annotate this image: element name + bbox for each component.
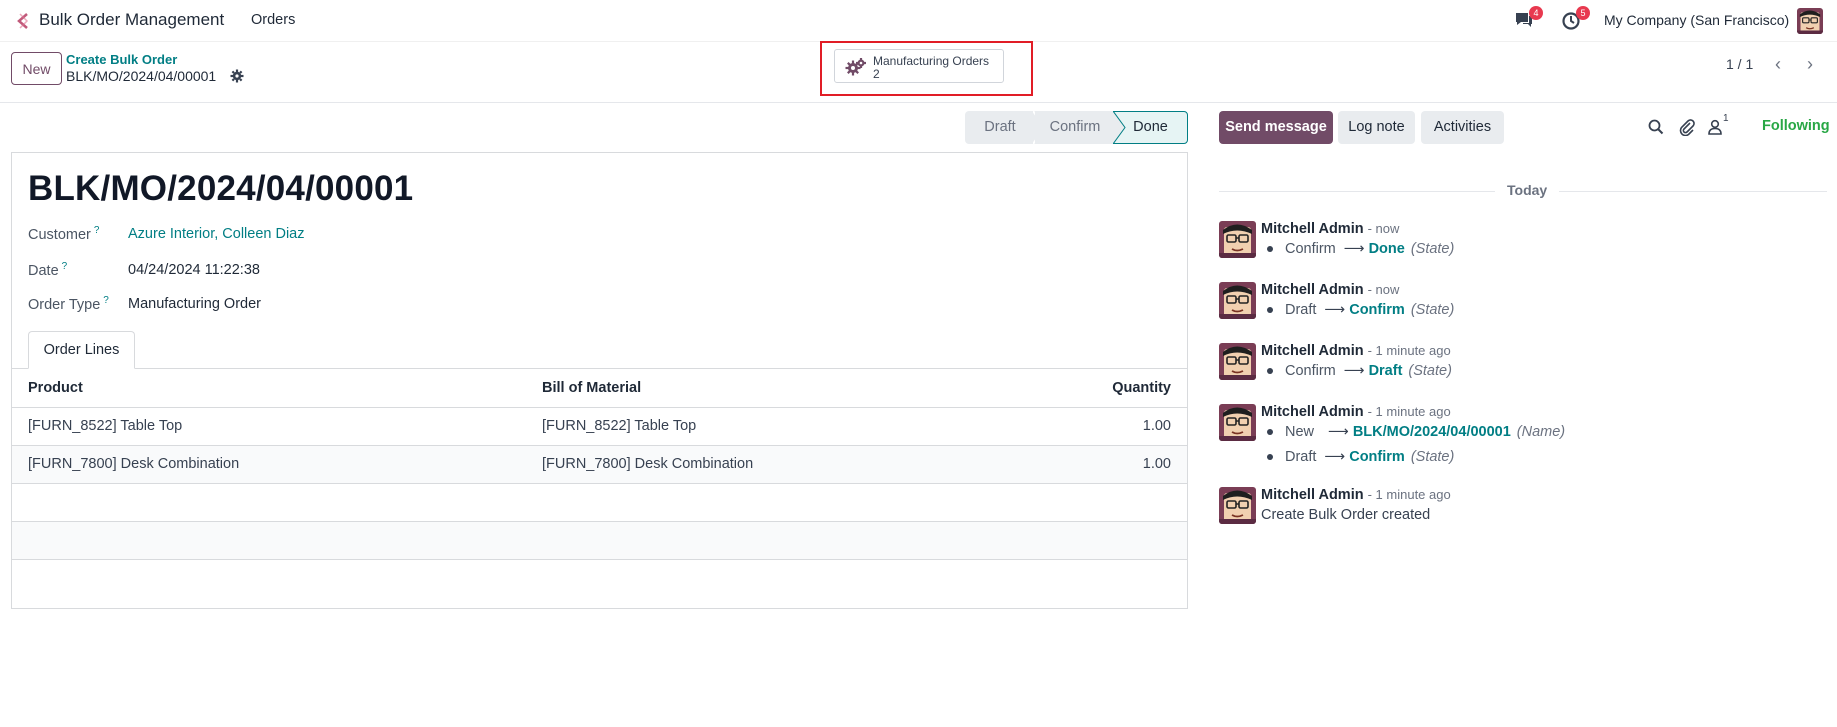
manufacturing-orders-smart-button[interactable]: Manufacturing Orders 2	[834, 49, 1004, 83]
chatter-message: Mitchell Admin - now Draft ⟶ Confirm (State…	[1219, 282, 1827, 322]
column-header-quantity[interactable]: Quantity	[1018, 369, 1187, 408]
user-icon[interactable]	[1706, 118, 1724, 136]
gear-icon[interactable]	[230, 69, 244, 83]
top-navbar: Bulk Order Management Orders 4 5 My Comp…	[0, 0, 1837, 42]
menu-orders[interactable]: Orders	[251, 12, 295, 28]
chatter-message: Mitchell Admin - now Confirm ⟶ Done (State)	[1219, 221, 1827, 261]
tracking-change: Confirm ⟶ Done (State)	[1267, 241, 1454, 257]
customer-label: Customer?	[28, 225, 100, 243]
followers-count: 1	[1723, 113, 1729, 124]
author-avatar[interactable]	[1219, 343, 1256, 380]
cell-product[interactable]: [FURN_7800] Desk Combination	[12, 445, 542, 484]
cell-quantity[interactable]: 1.00	[1018, 445, 1187, 484]
message-time: - 1 minute ago	[1367, 404, 1451, 419]
column-header-bom[interactable]: Bill of Material	[542, 369, 1019, 408]
chatter-message: Mitchell Admin - 1 minute ago Create Bul…	[1219, 487, 1827, 527]
tracking-change: Confirm ⟶ Draft (State)	[1267, 363, 1452, 379]
cell-bom[interactable]: [FURN_7800] Desk Combination	[542, 445, 1019, 484]
message-author[interactable]: Mitchell Admin - 1 minute ago	[1261, 404, 1451, 420]
author-avatar[interactable]	[1219, 404, 1256, 441]
message-author[interactable]: Mitchell Admin - now	[1261, 282, 1399, 298]
activities-badge: 5	[1576, 6, 1590, 20]
author-avatar[interactable]	[1219, 282, 1256, 319]
cell-quantity[interactable]: 1.00	[1018, 407, 1187, 446]
table-row[interactable]: [FURN_8522] Table Top [FURN_8522] Table …	[12, 407, 1187, 446]
pager-next-button[interactable]: ›	[1795, 50, 1825, 80]
company-switcher[interactable]: My Company (San Francisco)	[1604, 12, 1789, 28]
chatter-message: Mitchell Admin - 1 minute ago Confirm ⟶ Dr…	[1219, 343, 1827, 383]
message-body: Create Bulk Order created	[1261, 507, 1431, 523]
control-panel: New Create Bulk Order BLK/MO/2024/04/000…	[0, 41, 1837, 103]
message-author[interactable]: Mitchell Admin - 1 minute ago	[1261, 343, 1451, 359]
messages-systray[interactable]: 4	[1514, 6, 1543, 31]
author-avatar[interactable]	[1219, 221, 1256, 258]
cell-bom[interactable]: [FURN_8522] Table Top	[542, 407, 1019, 446]
empty-row	[12, 483, 1187, 522]
messages-badge: 4	[1529, 6, 1543, 20]
help-tooltip-icon[interactable]: ?	[103, 295, 109, 306]
record-title[interactable]: BLK/MO/2024/04/00001	[28, 169, 413, 209]
status-draft[interactable]: Draft	[965, 111, 1035, 144]
message-time: - 1 minute ago	[1367, 487, 1451, 502]
date-field[interactable]: 04/24/2024 11:22:38	[128, 262, 260, 278]
tracking-change: New ⟶ BLK/MO/2024/04/00001 (Name)	[1267, 424, 1565, 440]
cell-product[interactable]: [FURN_8522] Table Top	[12, 407, 542, 446]
order-type-field[interactable]: Manufacturing Order	[128, 296, 261, 312]
breadcrumb-parent-link[interactable]: Create Bulk Order	[66, 52, 177, 67]
form-sheet: BLK/MO/2024/04/00001 Customer? Azure Int…	[11, 152, 1188, 609]
breadcrumb-current: BLK/MO/2024/04/00001	[66, 68, 217, 84]
chevron-left-icon: ‹	[1775, 54, 1781, 74]
user-avatar[interactable]	[1797, 8, 1823, 34]
activities-button[interactable]: Activities	[1421, 111, 1504, 144]
send-message-button[interactable]: Send message	[1219, 111, 1333, 144]
author-avatar[interactable]	[1219, 487, 1256, 524]
pager-value[interactable]: 1 / 1	[1726, 56, 1753, 72]
chevron-right-icon: ›	[1807, 54, 1813, 74]
gears-icon	[845, 58, 866, 76]
following-toggle[interactable]: Following	[1762, 118, 1830, 134]
status-separator	[1113, 111, 1126, 144]
tab-order-lines[interactable]: Order Lines	[28, 331, 135, 369]
log-note-button[interactable]: Log note	[1338, 111, 1415, 144]
app-name[interactable]: Bulk Order Management	[39, 10, 224, 30]
order-type-label: Order Type?	[28, 295, 109, 313]
help-tooltip-icon[interactable]: ?	[62, 261, 68, 272]
message-time: - now	[1367, 282, 1400, 297]
table-header-row: Product Bill of Material Quantity	[12, 369, 1187, 408]
message-time: - now	[1367, 221, 1400, 236]
message-time: - 1 minute ago	[1367, 343, 1451, 358]
message-author[interactable]: Mitchell Admin - 1 minute ago	[1261, 487, 1451, 503]
activities-systray[interactable]: 5	[1561, 6, 1590, 31]
new-button[interactable]: New	[11, 52, 62, 85]
order-lines-table: Product Bill of Material Quantity [FURN_…	[12, 369, 1187, 607]
chatter-message: Mitchell Admin - 1 minute ago New ⟶ BLK/MO…	[1219, 404, 1827, 466]
status-confirm[interactable]: Confirm	[1035, 111, 1115, 144]
date-label: Date?	[28, 261, 68, 279]
pager-previous-button[interactable]: ‹	[1763, 50, 1793, 80]
search-icon[interactable]	[1647, 118, 1665, 136]
smart-button-label: Manufacturing Orders	[873, 54, 990, 68]
paperclip-icon[interactable]	[1678, 118, 1696, 136]
empty-row	[12, 521, 1187, 560]
table-row[interactable]: [FURN_7800] Desk Combination [FURN_7800]…	[12, 445, 1187, 484]
date-separator-label: Today	[1495, 182, 1560, 198]
customer-field[interactable]: Azure Interior, Colleen Diaz	[128, 226, 305, 242]
smart-button-count: 2	[873, 67, 880, 81]
help-tooltip-icon[interactable]: ?	[94, 225, 100, 236]
app-logo-icon[interactable]	[12, 10, 34, 32]
empty-row	[12, 559, 1187, 607]
column-header-product[interactable]: Product	[12, 369, 542, 408]
tracking-change: Draft ⟶ Confirm (State)	[1267, 302, 1454, 318]
tracking-change: Draft ⟶ Confirm (State)	[1267, 449, 1454, 465]
message-author[interactable]: Mitchell Admin - now	[1261, 221, 1399, 237]
